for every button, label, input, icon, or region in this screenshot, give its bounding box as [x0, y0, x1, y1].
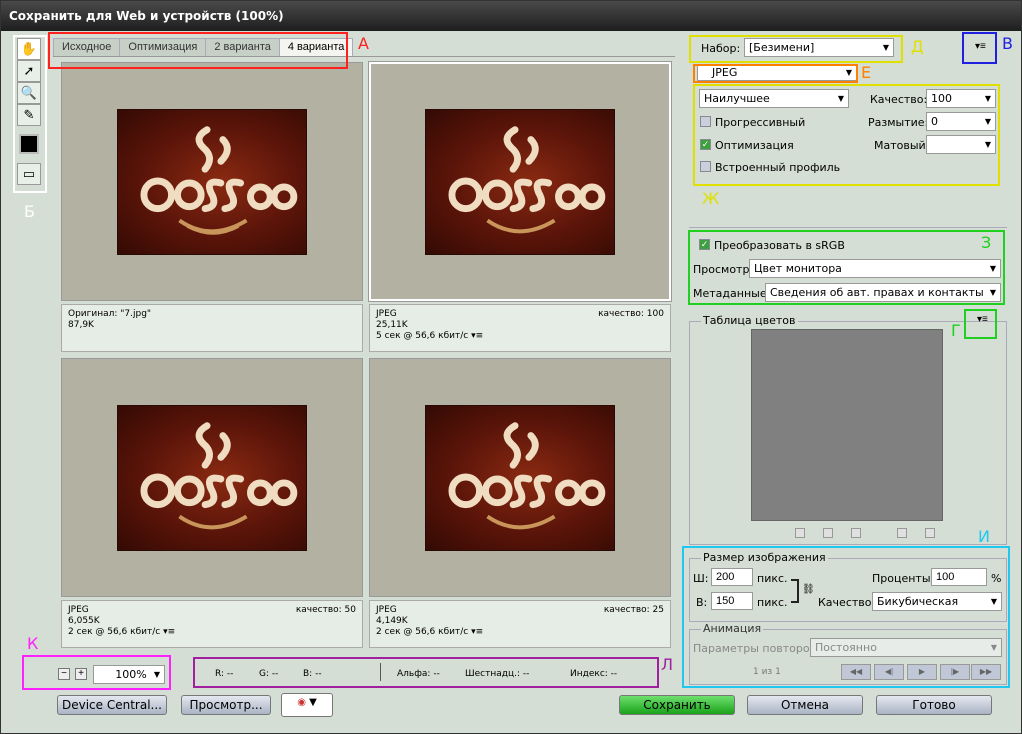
annotation-box-d — [689, 35, 903, 63]
preview-speed: 2 сек @ 56,6 кбит/с — [68, 627, 161, 637]
color-table-grid[interactable] — [751, 329, 943, 521]
coffee-image — [117, 404, 307, 551]
save-for-web-dialog: Сохранить для Web и устройств (100%) ✋ ➚… — [0, 0, 1022, 734]
preview-variant-3-info: JPEG 6,055K 2 сек @ 56,6 кбит/с ▾≡ качес… — [61, 600, 363, 648]
annotation-box-l — [193, 657, 659, 688]
save-button[interactable]: Сохранить — [619, 695, 735, 715]
annotation-box-b — [13, 35, 47, 193]
preview-menu-icon[interactable]: ▾≡ — [471, 331, 483, 341]
preview-size: 25,11K — [376, 320, 408, 330]
preview-size: 6,055K — [68, 616, 100, 626]
annotation-label-b: Б — [24, 202, 35, 221]
device-central-button[interactable]: Device Central... — [57, 695, 167, 715]
annotation-label-a: А — [358, 34, 369, 53]
annotation-label-k: К — [27, 634, 39, 653]
annotation-label-v: В — [1002, 34, 1013, 53]
preview-original-info: Оригинал: "7.jpg" 87,9K — [61, 304, 363, 352]
coffee-image — [117, 108, 307, 255]
new-color-icon[interactable] — [897, 528, 907, 538]
annotation-box-e — [693, 64, 858, 83]
preview-variant-4-info: JPEG 4,149K 2 сек @ 56,6 кбит/с ▾≡ качес… — [369, 600, 671, 648]
preview-speed: 2 сек @ 56,6 кбит/с — [376, 627, 469, 637]
annotation-label-z: З — [981, 233, 992, 252]
browser-select[interactable]: ◉ ▼ — [281, 693, 333, 717]
preview-original-size: 87,9K — [68, 320, 94, 330]
annotation-box-g — [964, 309, 997, 339]
preview-variant-2[interactable] — [368, 61, 672, 302]
browser-icon: ◉ — [297, 697, 306, 708]
preview-original-name: Оригинал: "7.jpg" — [68, 309, 152, 319]
done-button[interactable]: Готово — [876, 695, 992, 715]
preview-variant-4[interactable] — [369, 358, 671, 597]
window-title: Сохранить для Web и устройств (100%) — [1, 1, 1021, 31]
annotation-box-i — [682, 546, 1010, 688]
preview-menu-icon[interactable]: ▾≡ — [163, 627, 175, 637]
color-table-title: Таблица цветов — [701, 314, 798, 327]
annotation-label-g: Г — [951, 321, 961, 340]
annotation-box-zh — [693, 84, 1000, 186]
preview-original[interactable] — [61, 62, 363, 301]
preview-variant-2-info: JPEG 25,11K 5 сек @ 56,6 кбит/с ▾≡ качес… — [369, 304, 671, 352]
annotation-label-zh: Ж — [702, 189, 720, 208]
preview-button[interactable]: Просмотр... — [181, 695, 271, 715]
preview-size: 4,149K — [376, 616, 408, 626]
annotation-box-a — [48, 32, 348, 69]
annotation-label-d: Д — [911, 37, 924, 56]
coffee-image — [425, 404, 615, 551]
annotation-box-z — [688, 230, 1005, 305]
trash-icon[interactable] — [925, 528, 935, 538]
annotation-box-k — [22, 655, 171, 690]
annotation-box-v — [962, 32, 997, 64]
annotation-label-l: Л — [661, 655, 674, 674]
annotation-label-e: Е — [861, 63, 872, 82]
annotation-label-i: И — [978, 527, 990, 546]
preview-speed: 5 сек @ 56,6 кбит/с — [376, 331, 469, 341]
preview-quality: качество: 25 — [603, 605, 664, 615]
preview-quality: качество: 50 — [295, 605, 356, 615]
coffee-image — [425, 108, 615, 255]
cancel-button[interactable]: Отмена — [747, 695, 863, 715]
lock-icon[interactable] — [851, 528, 861, 538]
web-shift-icon[interactable] — [823, 528, 833, 538]
preview-menu-icon[interactable]: ▾≡ — [471, 627, 483, 637]
preview-quality: качество: 100 — [598, 309, 664, 319]
map-color-icon[interactable] — [795, 528, 805, 538]
preview-variant-3[interactable] — [61, 358, 363, 597]
